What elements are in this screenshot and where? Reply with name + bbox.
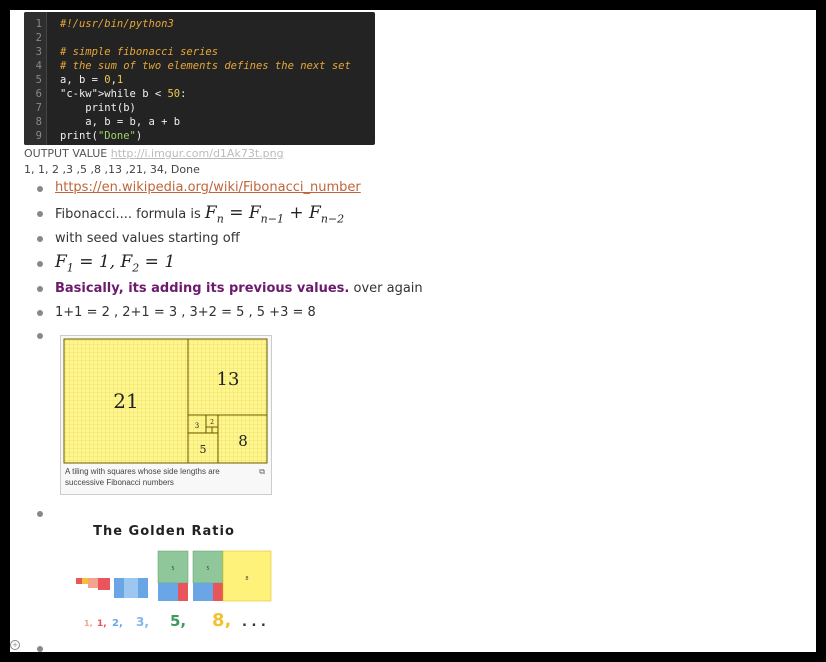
list-item-sums: 1+1 = 2 , 2+1 = 3 , 3+2 = 5 , 5 +3 = 8	[55, 305, 316, 320]
list-item-seed: with seed values starting off	[55, 231, 240, 246]
tile-blue-e	[193, 583, 213, 601]
label-2: 2	[210, 419, 214, 426]
bullet-icon	[37, 186, 43, 192]
label-21: 21	[113, 389, 138, 413]
list-item-formula: Fibonacci.... formula is Fn = Fn−1 + Fn−…	[55, 203, 344, 225]
fibonacci-formula: Fn = Fn−1 + Fn−2	[204, 203, 345, 226]
tile-tiny-red2	[98, 578, 110, 590]
label-8: 8	[238, 432, 248, 450]
tile-red-a	[178, 583, 188, 601]
label-13: 13	[217, 369, 240, 390]
seed-formula: F1 = 1, F2 = 1	[55, 252, 176, 275]
golden-ratio-title: The Golden Ratio	[93, 524, 235, 539]
tile-tiny-yellow	[82, 578, 88, 584]
add-block-icon[interactable]: +	[10, 640, 20, 650]
output-values: 1, 1, 2 ,3 ,5 ,8 ,13 ,21, 34, Done	[24, 163, 200, 176]
tiling-svg: 21 13 8 5 3 2	[63, 338, 268, 464]
seq-2: 2,	[112, 618, 123, 628]
list-item-adding: Basically, its adding its previous value…	[55, 281, 423, 296]
bullet-icon	[37, 211, 43, 217]
tile-blue-a	[114, 578, 124, 598]
list-item-wiki: https://en.wikipedia.org/wiki/Fibonacci_…	[55, 180, 361, 195]
wikipedia-link[interactable]: https://en.wikipedia.org/wiki/Fibonacci_…	[55, 180, 361, 195]
bullet-icon	[37, 310, 43, 316]
tile-blue-c	[138, 578, 148, 598]
output-label-line: OUTPUT VALUE http://i.imgur.com/d1Ak73t.…	[24, 147, 284, 160]
label-5: 5	[200, 443, 207, 456]
tiling-grid	[64, 339, 267, 463]
seq-3: 3,	[136, 615, 149, 628]
bullet-icon	[37, 236, 43, 242]
tile-red-b	[213, 583, 223, 601]
output-label: OUTPUT VALUE	[24, 147, 108, 160]
bullet-icon	[37, 286, 43, 292]
expand-icon[interactable]: ⧉	[259, 467, 265, 477]
bullet-icon	[37, 333, 43, 339]
seq-1b: 1,	[97, 619, 107, 628]
bullet-icon	[37, 261, 43, 267]
tiling-caption: A tiling with squares whose side lengths…	[65, 467, 220, 487]
seq-5: 5,	[170, 612, 186, 628]
adding-bold-text: Basically, its adding its previous value…	[55, 281, 350, 296]
tile-tiny-pink	[88, 578, 98, 588]
tile-blue-d	[158, 583, 178, 601]
golden-ratio-svg: The Golden Ratio 5 5 8 1, 1, 2, 3, 5, 8,…	[76, 524, 272, 631]
box-label-5a: 5	[171, 566, 174, 572]
tile-blue-b	[124, 578, 138, 598]
code-block[interactable]: 1 #!/usr/bin/python3 2 3 # simple fibonacc…	[24, 12, 375, 145]
notes-page: 1 #!/usr/bin/python3 2 3 # simple fibonacc…	[10, 10, 816, 652]
seq-1a: 1,	[84, 619, 93, 628]
formula-prefix: Fibonacci.... formula is	[55, 207, 205, 222]
output-image-link[interactable]: http://i.imgur.com/d1Ak73t.png	[111, 147, 284, 160]
seq-8: 8,	[212, 610, 231, 628]
fibonacci-tiling-figure[interactable]: 21 13 8 5 3 2 A tiling with squares whos…	[60, 335, 272, 495]
bullet-icon	[37, 646, 43, 652]
box-label-5b: 5	[206, 566, 209, 572]
seq-ellipsis: . . .	[242, 615, 266, 628]
tile-tiny-red	[76, 578, 82, 584]
box-label-8: 8	[245, 576, 248, 582]
golden-ratio-image[interactable]: The Golden Ratio 5 5 8 1, 1, 2, 3, 5, 8,…	[70, 518, 280, 632]
bullet-icon	[37, 511, 43, 517]
adding-rest-text: over again	[349, 281, 423, 296]
label-3: 3	[195, 422, 199, 430]
list-item-seed-formula: F1 = 1, F2 = 1	[55, 252, 175, 274]
